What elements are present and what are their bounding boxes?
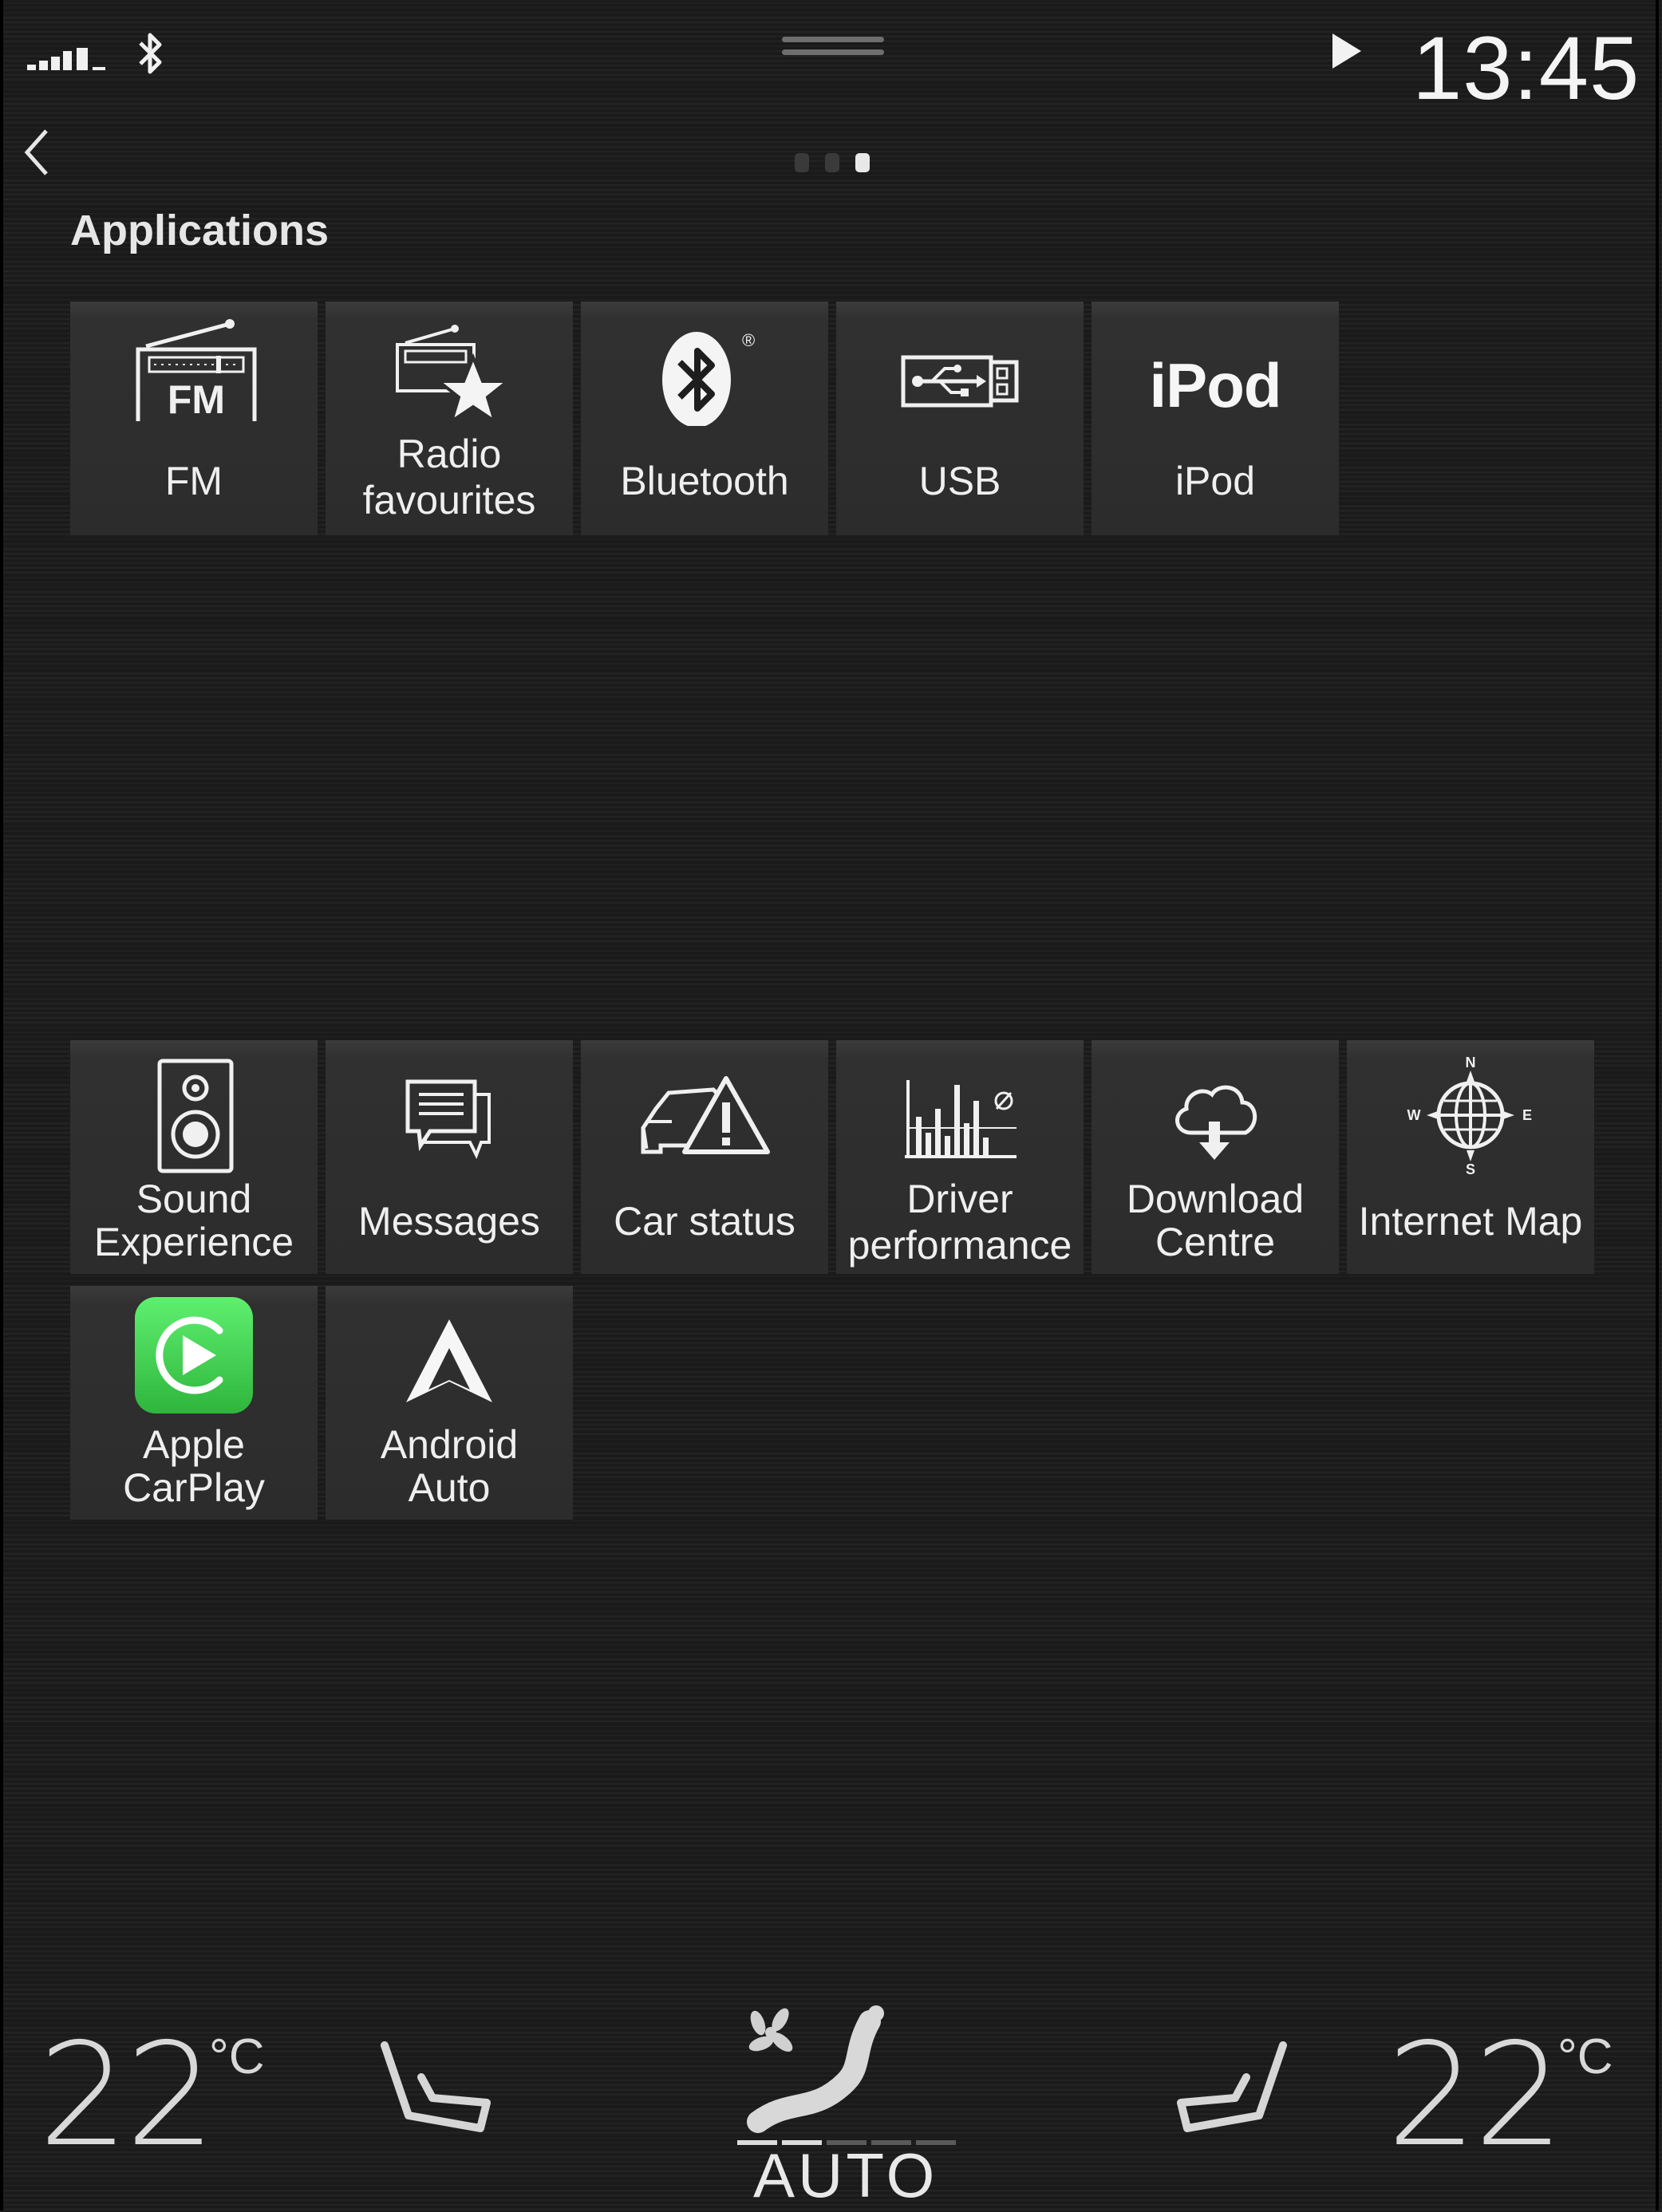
cloud-download-icon <box>1092 1077 1339 1165</box>
app-tile-driver-performance[interactable]: Driver performance <box>836 1040 1084 1276</box>
app-label: Bluetooth <box>620 459 789 503</box>
globe-compass-icon: N S W E <box>1347 1051 1594 1179</box>
app-label: Apple <box>143 1422 245 1467</box>
app-label: Radio <box>397 432 502 476</box>
signal-strength-icon <box>27 46 107 70</box>
usb-icon <box>836 349 1084 413</box>
app-tile-ipod[interactable]: iPod iPod <box>1092 302 1339 538</box>
app-label-line2: favourites <box>362 478 536 522</box>
app-label-line2: CarPlay <box>123 1465 265 1510</box>
app-tile-internet-map[interactable]: N S W E Internet Map <box>1347 1040 1594 1276</box>
left-temperature[interactable]: 22 <box>38 2025 215 2167</box>
left-seat-heater-icon[interactable] <box>375 2039 495 2147</box>
carplay-icon <box>70 1295 318 1415</box>
app-label-line2: Experience <box>93 1220 294 1264</box>
app-tile-bluetooth[interactable]: ® Bluetooth <box>581 302 828 538</box>
right-temperature[interactable]: 22 <box>1387 2025 1564 2167</box>
right-temperature-unit: °C <box>1557 2029 1613 2084</box>
page-dot-2 <box>825 153 839 172</box>
ipod-wordmark-icon: iPod <box>1092 349 1339 421</box>
page-dot-1 <box>795 153 809 172</box>
clock: 13:45 <box>1412 18 1640 118</box>
radio-star-icon <box>326 324 573 420</box>
bar-graph-icon <box>836 1077 1084 1165</box>
app-label: Sound <box>136 1177 252 1221</box>
speaker-icon <box>70 1056 318 1176</box>
right-seat-heater-icon[interactable] <box>1173 2039 1293 2147</box>
app-label: Messages <box>358 1199 540 1244</box>
compass-s-label: S <box>1466 1161 1475 1177</box>
page-dot-3 <box>855 153 870 172</box>
app-label: Download <box>1126 1177 1305 1221</box>
page-indicator <box>795 153 886 176</box>
app-tile-messages[interactable]: Messages <box>326 1040 573 1276</box>
app-tile-usb[interactable]: USB <box>836 302 1084 538</box>
bluetooth-logo-icon: ® <box>581 330 828 426</box>
ipod-wordmark-text: iPod <box>1149 349 1282 420</box>
compass-w-label: W <box>1407 1107 1421 1123</box>
left-temperature-unit: °C <box>209 2029 265 2084</box>
fm-icon-text: FM <box>168 377 225 421</box>
compass-n-label: N <box>1466 1055 1476 1071</box>
app-tile-android-auto[interactable]: Android Auto <box>326 1286 573 1522</box>
fan-mode-label[interactable]: AUTO <box>753 2139 938 2212</box>
app-tile-radio-favourites[interactable]: Radio favourites <box>326 302 573 538</box>
play-icon[interactable] <box>1332 34 1361 69</box>
android-auto-icon <box>326 1316 573 1412</box>
fan-airflow-icon[interactable] <box>742 2002 894 2142</box>
app-label-line2: performance <box>847 1223 1072 1268</box>
app-label: Driver <box>906 1177 1013 1221</box>
app-label: Internet Map <box>1358 1199 1583 1244</box>
app-label-line2: Centre <box>1155 1220 1276 1264</box>
messages-icon <box>326 1075 573 1163</box>
app-tile-apple-carplay[interactable]: Apple CarPlay <box>70 1286 318 1522</box>
app-label: USB <box>918 459 1001 503</box>
app-tile-fm[interactable]: FM FM <box>70 302 318 538</box>
app-label: FM <box>164 459 223 503</box>
fm-radio-icon: FM <box>70 317 318 421</box>
page-title: Applications <box>70 207 330 254</box>
app-label: iPod <box>1174 459 1256 503</box>
bluetooth-icon <box>136 32 164 75</box>
app-label-line2: Auto <box>408 1465 491 1510</box>
app-tile-download-centre[interactable]: Download Centre <box>1092 1040 1339 1276</box>
car-warning-icon <box>581 1072 828 1168</box>
app-label: Android <box>380 1422 519 1467</box>
app-tile-sound-experience[interactable]: Sound Experience <box>70 1040 318 1276</box>
pull-down-handle-icon[interactable] <box>782 37 884 64</box>
compass-e-label: E <box>1522 1107 1532 1123</box>
app-tile-car-status[interactable]: Car status <box>581 1040 828 1276</box>
registered-mark: ® <box>742 330 755 350</box>
back-chevron-icon[interactable] <box>21 128 53 177</box>
app-label: Car status <box>614 1199 795 1244</box>
